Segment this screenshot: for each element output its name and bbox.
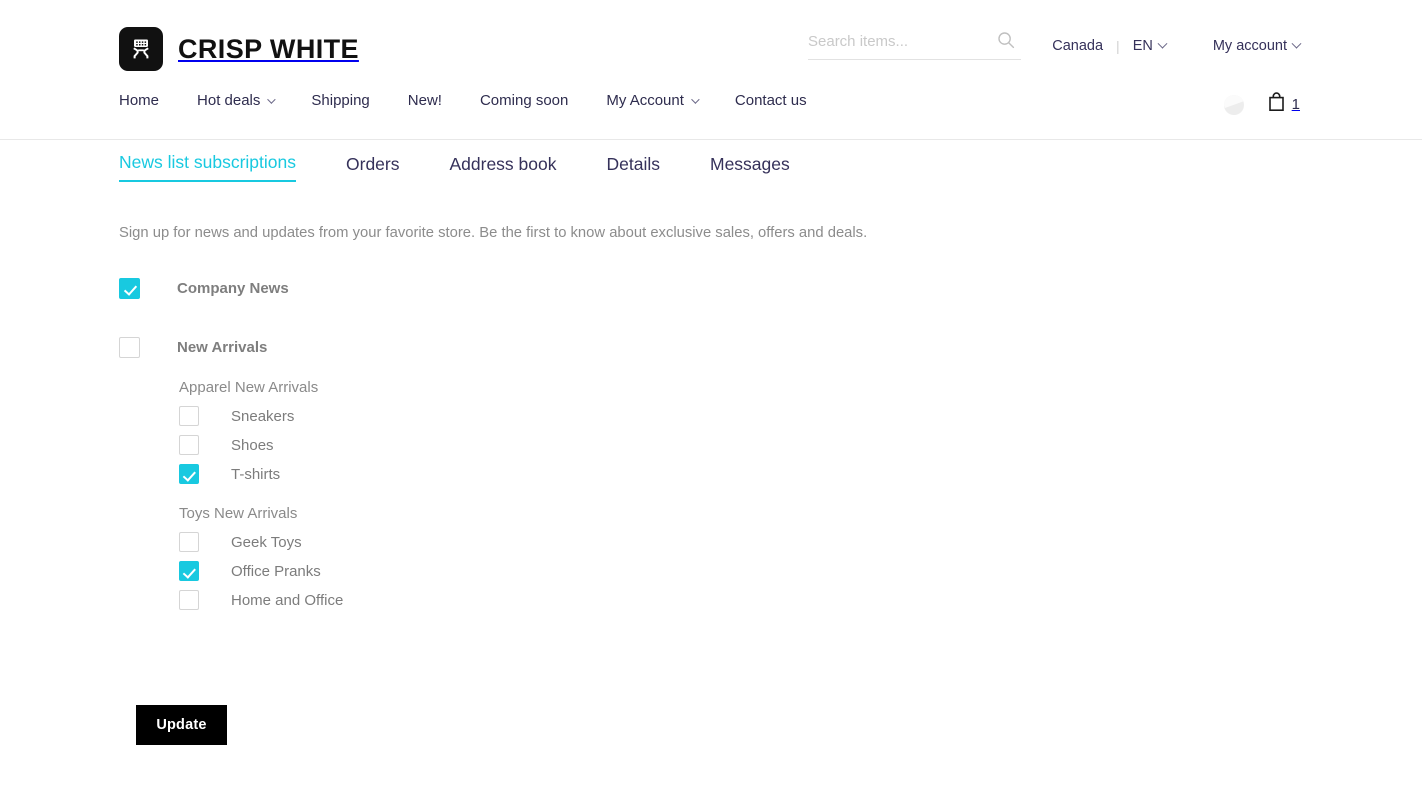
subscription-row-new-arrivals[interactable]: New Arrivals (119, 337, 1019, 358)
checkbox-new-arrivals[interactable] (119, 337, 140, 358)
nav-item-label: My Account (606, 92, 684, 109)
nav-item-contact-us[interactable]: Contact us (735, 92, 807, 109)
subscription-list: Company News New Arrivals Apparel New Ar… (119, 278, 1019, 610)
search-icon[interactable] (997, 31, 1015, 49)
subscription-row-company-news[interactable]: Company News (119, 278, 1019, 299)
cart-button[interactable]: 1 (1268, 92, 1300, 117)
subscription-row-t-shirts[interactable]: T-shirts (179, 464, 1019, 484)
chevron-down-icon (267, 94, 277, 104)
main-navigation: Home Hot deals Shipping New! Coming soon… (0, 92, 1422, 139)
checkbox-office-pranks[interactable] (179, 561, 199, 581)
tab-address-book[interactable]: Address book (449, 154, 556, 182)
shopping-bag-icon (1268, 92, 1285, 117)
tab-orders[interactable]: Orders (346, 154, 399, 182)
header-utility-links: Canada | EN My account (1052, 38, 1422, 54)
group-title-apparel: Apparel New Arrivals (179, 379, 319, 396)
brand-name: CRISP WHITE (178, 33, 359, 64)
nav-item-label: Coming soon (479, 92, 569, 109)
my-account-label: My account (1212, 38, 1287, 54)
checkbox-shoes[interactable] (179, 435, 199, 455)
checkbox-home-and-office[interactable] (179, 590, 199, 610)
subscription-label: Home and Office (231, 591, 344, 609)
my-account-menu[interactable]: My account (1212, 38, 1302, 54)
nav-item-label: Home (119, 92, 160, 109)
search-input[interactable] (808, 33, 988, 50)
subscription-label: New Arrivals (177, 339, 268, 356)
nav-item-home[interactable]: Home (119, 92, 159, 109)
nav-item-my-account[interactable]: My Account (606, 92, 700, 109)
language-selector[interactable]: EN (1132, 38, 1168, 54)
subscription-row-geek-toys[interactable]: Geek Toys (179, 532, 1019, 552)
subscription-label: Shoes (231, 436, 274, 454)
nav-item-label: Hot deals (197, 92, 261, 109)
cart-count: 1 (1291, 96, 1300, 113)
grill-logo-icon (119, 27, 163, 71)
country-selector[interactable]: Canada (1052, 38, 1103, 54)
tab-details[interactable]: Details (607, 154, 661, 182)
compare-circle-icon[interactable] (1223, 94, 1244, 115)
header-divider (0, 139, 1422, 140)
chevron-down-icon (1157, 38, 1168, 49)
checkbox-sneakers[interactable] (179, 406, 199, 426)
account-tabs: News list subscriptions Orders Address b… (119, 152, 790, 182)
subscription-row-sneakers[interactable]: Sneakers (179, 406, 1019, 426)
nav-item-new[interactable]: New! (408, 92, 442, 109)
nav-item-list: Home Hot deals Shipping New! Coming soon… (119, 92, 807, 109)
subscription-label: Office Pranks (231, 562, 321, 580)
search-bar[interactable] (808, 31, 1021, 60)
language-label: EN (1132, 38, 1153, 54)
nav-item-shipping[interactable]: Shipping (311, 92, 369, 109)
checkbox-t-shirts[interactable] (179, 464, 199, 484)
update-button[interactable]: Update (136, 705, 227, 745)
tab-news-list-subscriptions[interactable]: News list subscriptions (119, 152, 296, 182)
header-top-bar: CRISP WHITE Canada | EN My account (0, 0, 1422, 90)
brand-logo-link[interactable]: CRISP WHITE (119, 27, 359, 71)
subscription-label: Company News (177, 280, 289, 297)
country-label: Canada (1052, 38, 1104, 54)
tab-messages[interactable]: Messages (710, 154, 790, 182)
utility-divider: | (1116, 38, 1120, 54)
nav-item-hot-deals[interactable]: Hot deals (197, 92, 277, 109)
subscription-label: Geek Toys (231, 533, 302, 551)
nav-right-actions: 1 (1223, 92, 1300, 117)
chevron-down-icon (1291, 38, 1302, 49)
nav-item-label: Contact us (734, 92, 807, 109)
chevron-down-icon (691, 94, 700, 104)
subscription-label: Sneakers (231, 407, 295, 425)
subscription-row-shoes[interactable]: Shoes (179, 435, 1019, 455)
subscription-row-office-pranks[interactable]: Office Pranks (179, 561, 1019, 581)
page-root: CRISP WHITE Canada | EN My account (0, 0, 1422, 802)
subscription-label: T-shirts (231, 465, 281, 483)
group-title-toys: Toys New Arrivals (179, 505, 298, 522)
checkbox-company-news[interactable] (119, 278, 140, 299)
nav-item-label: New! (407, 92, 442, 109)
subscription-row-home-and-office[interactable]: Home and Office (179, 590, 1019, 610)
nav-item-label: Shipping (311, 92, 370, 109)
intro-text: Sign up for news and updates from your f… (119, 225, 868, 241)
nav-item-coming-soon[interactable]: Coming soon (480, 92, 568, 109)
checkbox-geek-toys[interactable] (179, 532, 199, 552)
